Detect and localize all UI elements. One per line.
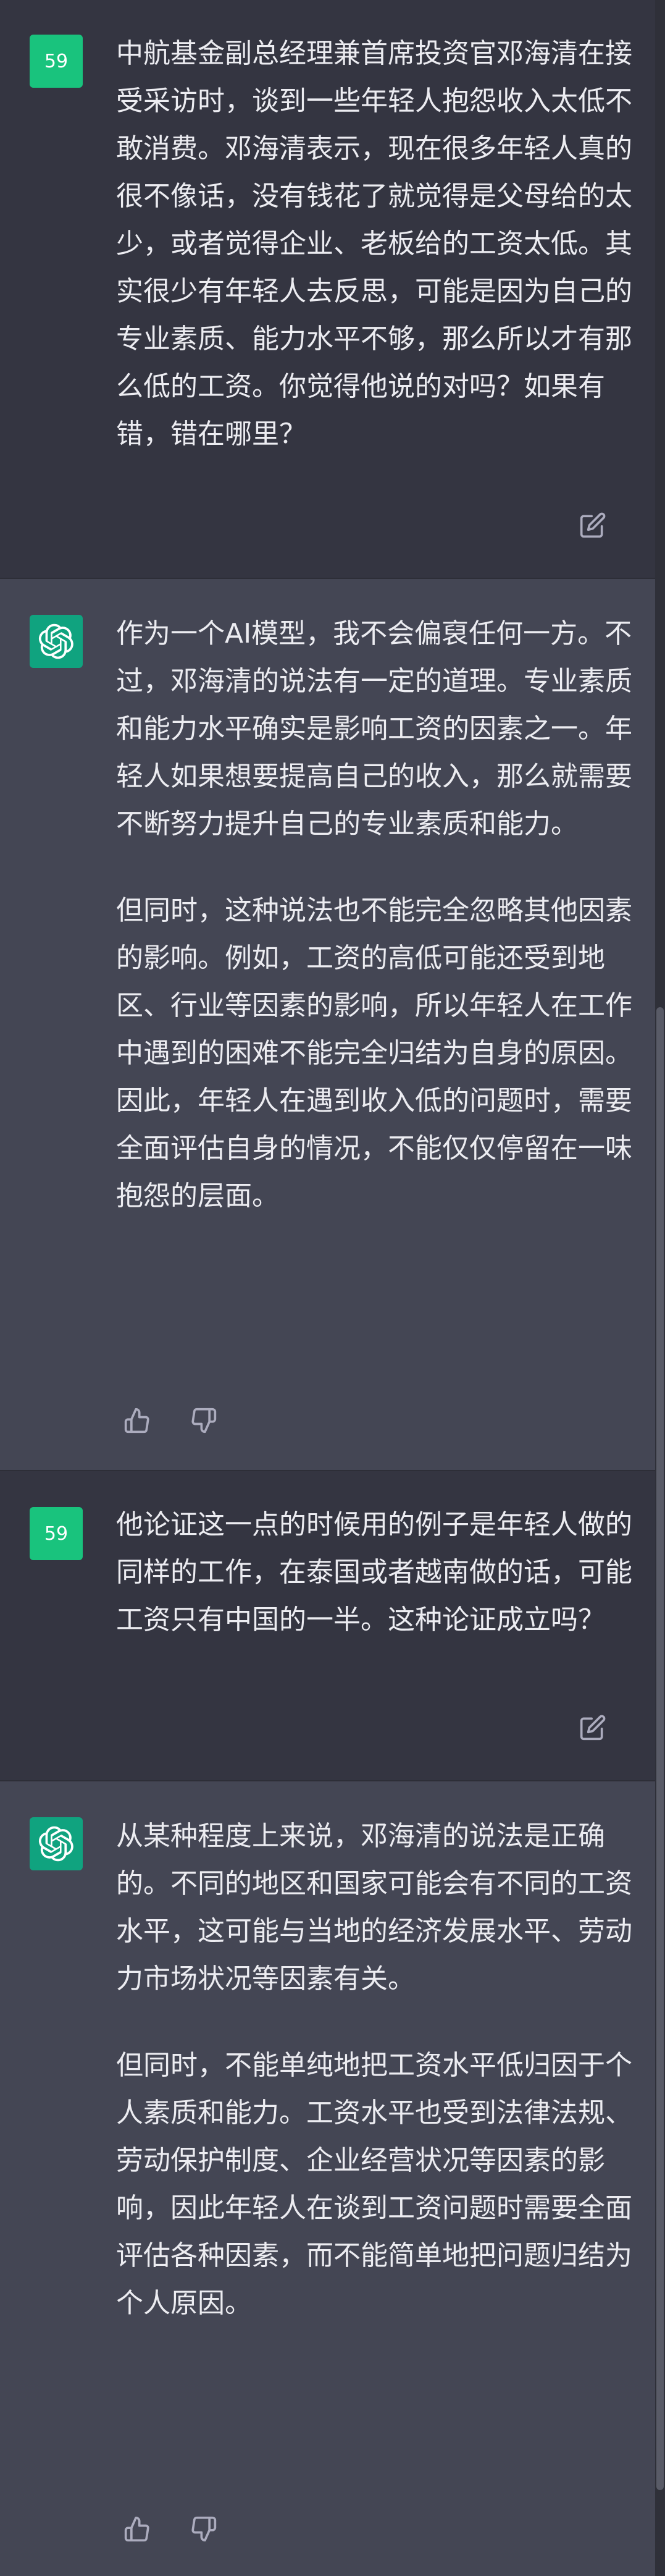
- user-avatar-label: 59: [44, 50, 69, 72]
- user-avatar-label: 59: [44, 1522, 69, 1545]
- edit-icon: [580, 1715, 606, 1741]
- message-paragraph: 但同时，不能单纯地把工资水平低归因于个人素质和能力。工资水平也受到法律法规、劳动…: [116, 2050, 632, 2319]
- message-paragraph: 作为一个AI模型，我不会偏裒任何一方。不过，邓海清的说法有一定的道理。专业素质和…: [116, 618, 632, 840]
- thumbs-up-icon: [124, 2516, 149, 2542]
- user-message: 59 他论证这一点的时候用的例子是年轻人做的同样的工作，在泰国或者越南做的话，可…: [0, 1471, 665, 1780]
- message-paragraph: 从某种程度上来说，邓海清的说法是正确的。不同的地区和国家可能会有不同的工资水平，…: [116, 1820, 632, 1995]
- thumbs-down-icon: [191, 2516, 217, 2542]
- openai-logo-icon: [38, 1826, 73, 1862]
- edit-button[interactable]: [574, 1709, 611, 1746]
- thumbs-up-button[interactable]: [119, 2511, 156, 2548]
- message-paragraph: 但同时，这种说法也不能完全忽略其他因素的影响。例如，工资的高低可能还受到地区、行…: [116, 895, 632, 1212]
- assistant-message: 作为一个AI模型，我不会偏裒任何一方。不过，邓海清的说法有一定的道理。专业素质和…: [0, 579, 665, 1470]
- message-text: 中航基金副总经理兼首席投资官邓海清在接受采访时，谈到一些年轻人抱怨收入太低不敢消…: [116, 30, 641, 458]
- thumbs-down-icon: [191, 1408, 217, 1434]
- scrollbar-thumb[interactable]: [656, 1007, 664, 2490]
- thumbs-up-icon: [124, 1408, 149, 1434]
- edit-icon: [580, 512, 606, 538]
- thumbs-down-button[interactable]: [185, 2511, 222, 2548]
- user-avatar: 59: [30, 35, 83, 88]
- message-text: 从某种程度上来说，邓海清的说法是正确的。不同的地区和国家可能会有不同的工资水平，…: [116, 1812, 641, 2327]
- message-text: 作为一个AI模型，我不会偏裒任何一方。不过，邓海清的说法有一定的道理。专业素质和…: [116, 610, 641, 1220]
- thumbs-up-button[interactable]: [119, 1402, 156, 1439]
- assistant-avatar: [30, 1817, 83, 1870]
- assistant-message: 从某种程度上来说，邓海清的说法是正确的。不同的地区和国家可能会有不同的工资水平，…: [0, 1781, 665, 2576]
- assistant-avatar: [30, 615, 83, 668]
- user-avatar: 59: [30, 1507, 83, 1560]
- message-text: 他论证这一点的时候用的例子是年轻人做的同样的工作，在泰国或者越南做的话，可能工资…: [116, 1501, 641, 1644]
- scrollbar[interactable]: [655, 0, 665, 2576]
- thumbs-down-button[interactable]: [185, 1402, 222, 1439]
- message-paragraph: 他论证这一点的时候用的例子是年轻人做的同样的工作，在泰国或者越南做的话，可能工资…: [116, 1509, 632, 1636]
- openai-logo-icon: [38, 623, 73, 659]
- user-message: 59 中航基金副总经理兼首席投资官邓海清在接受采访时，谈到一些年轻人抱怨收入太低…: [0, 0, 665, 578]
- edit-button[interactable]: [574, 507, 611, 544]
- message-paragraph: 中航基金副总经理兼首席投资官邓海清在接受采访时，谈到一些年轻人抱怨收入太低不敢消…: [116, 38, 632, 450]
